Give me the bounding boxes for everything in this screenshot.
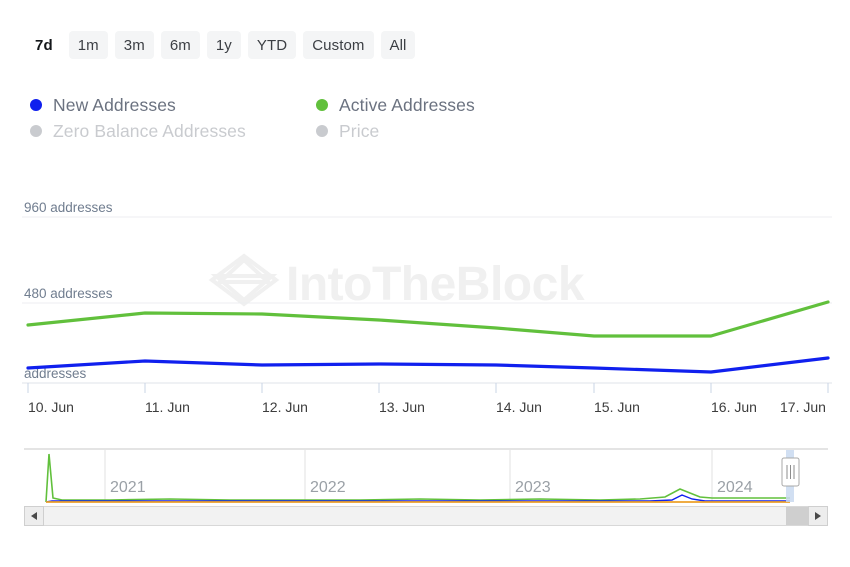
x-axis-label: 17. Jun	[780, 399, 826, 415]
scrollbar-thumb[interactable]	[786, 507, 808, 525]
legend-dot-icon	[316, 125, 328, 137]
navigator-series-active-addresses	[45, 453, 790, 503]
scrollbar-right-button[interactable]	[808, 506, 828, 526]
y-axis-label-480: 480 addresses	[24, 286, 113, 301]
legend-item-active-addresses[interactable]: Active Addresses	[316, 95, 670, 116]
chart-canvas: IntoTheBlock 960 addresses 480 addresses…	[22, 200, 832, 415]
range-selector: 7d 1m 3m 6m 1y YTD Custom All	[26, 30, 416, 60]
range-button-1y[interactable]: 1y	[206, 31, 241, 59]
legend-label: New Addresses	[53, 94, 176, 115]
legend-item-zero-balance-addresses[interactable]: Zero Balance Addresses	[30, 121, 316, 142]
chart-navigator[interactable]: 2021 2022 2023 2024	[0, 440, 850, 508]
navigator-year-label: 2021	[110, 479, 146, 496]
range-button-1m[interactable]: 1m	[68, 31, 108, 59]
navigator-canvas: 2021 2022 2023 2024	[24, 448, 828, 503]
main-chart[interactable]: IntoTheBlock 960 addresses 480 addresses…	[0, 160, 850, 420]
x-axis-label: 16. Jun	[711, 399, 757, 415]
navigator-gridlines	[104, 450, 713, 502]
triangle-left-icon	[31, 512, 37, 520]
range-button-custom[interactable]: Custom	[303, 31, 374, 59]
x-axis-label: 13. Jun	[379, 399, 425, 415]
range-button-6m[interactable]: 6m	[160, 31, 200, 59]
range-button-ytd[interactable]: YTD	[247, 31, 297, 59]
navigator-year-label: 2024	[717, 479, 753, 496]
range-button-3m[interactable]: 3m	[114, 31, 154, 59]
legend-label: Active Addresses	[339, 94, 475, 115]
x-axis-label: 15. Jun	[594, 399, 640, 415]
series-line-new-addresses	[26, 356, 830, 374]
chart-legend: New Addresses Active Addresses Zero Bala…	[30, 92, 670, 144]
legend-label: Price	[339, 120, 380, 141]
x-axis-label: 12. Jun	[262, 399, 308, 415]
chart-x-ticks	[27, 383, 829, 393]
legend-label: Zero Balance Addresses	[53, 120, 246, 141]
legend-dot-icon	[316, 99, 328, 111]
legend-item-price[interactable]: Price	[316, 121, 670, 142]
navigator-year-label: 2022	[310, 479, 346, 496]
y-axis-label-960: 960 addresses	[24, 200, 113, 215]
legend-dot-icon	[30, 99, 42, 111]
legend-item-new-addresses[interactable]: New Addresses	[30, 95, 316, 116]
navigator-scrollbar[interactable]	[24, 506, 828, 526]
range-button-7d[interactable]: 7d	[26, 31, 62, 59]
x-axis-label: 10. Jun	[28, 399, 74, 415]
navigator-year-label: 2023	[515, 479, 551, 496]
range-button-all[interactable]: All	[380, 31, 416, 59]
legend-dot-icon	[30, 125, 42, 137]
intotheblock-diamond-logo-icon	[208, 253, 280, 307]
address-chart-widget: 7d 1m 3m 6m 1y YTD Custom All New Addres…	[0, 0, 850, 567]
navigator-handle-right[interactable]	[781, 457, 800, 487]
scrollbar-track[interactable]	[44, 506, 808, 526]
x-axis-label: 14. Jun	[496, 399, 542, 415]
x-axis-label: 11. Jun	[145, 399, 190, 415]
scrollbar-left-button[interactable]	[24, 506, 44, 526]
triangle-right-icon	[815, 512, 821, 520]
